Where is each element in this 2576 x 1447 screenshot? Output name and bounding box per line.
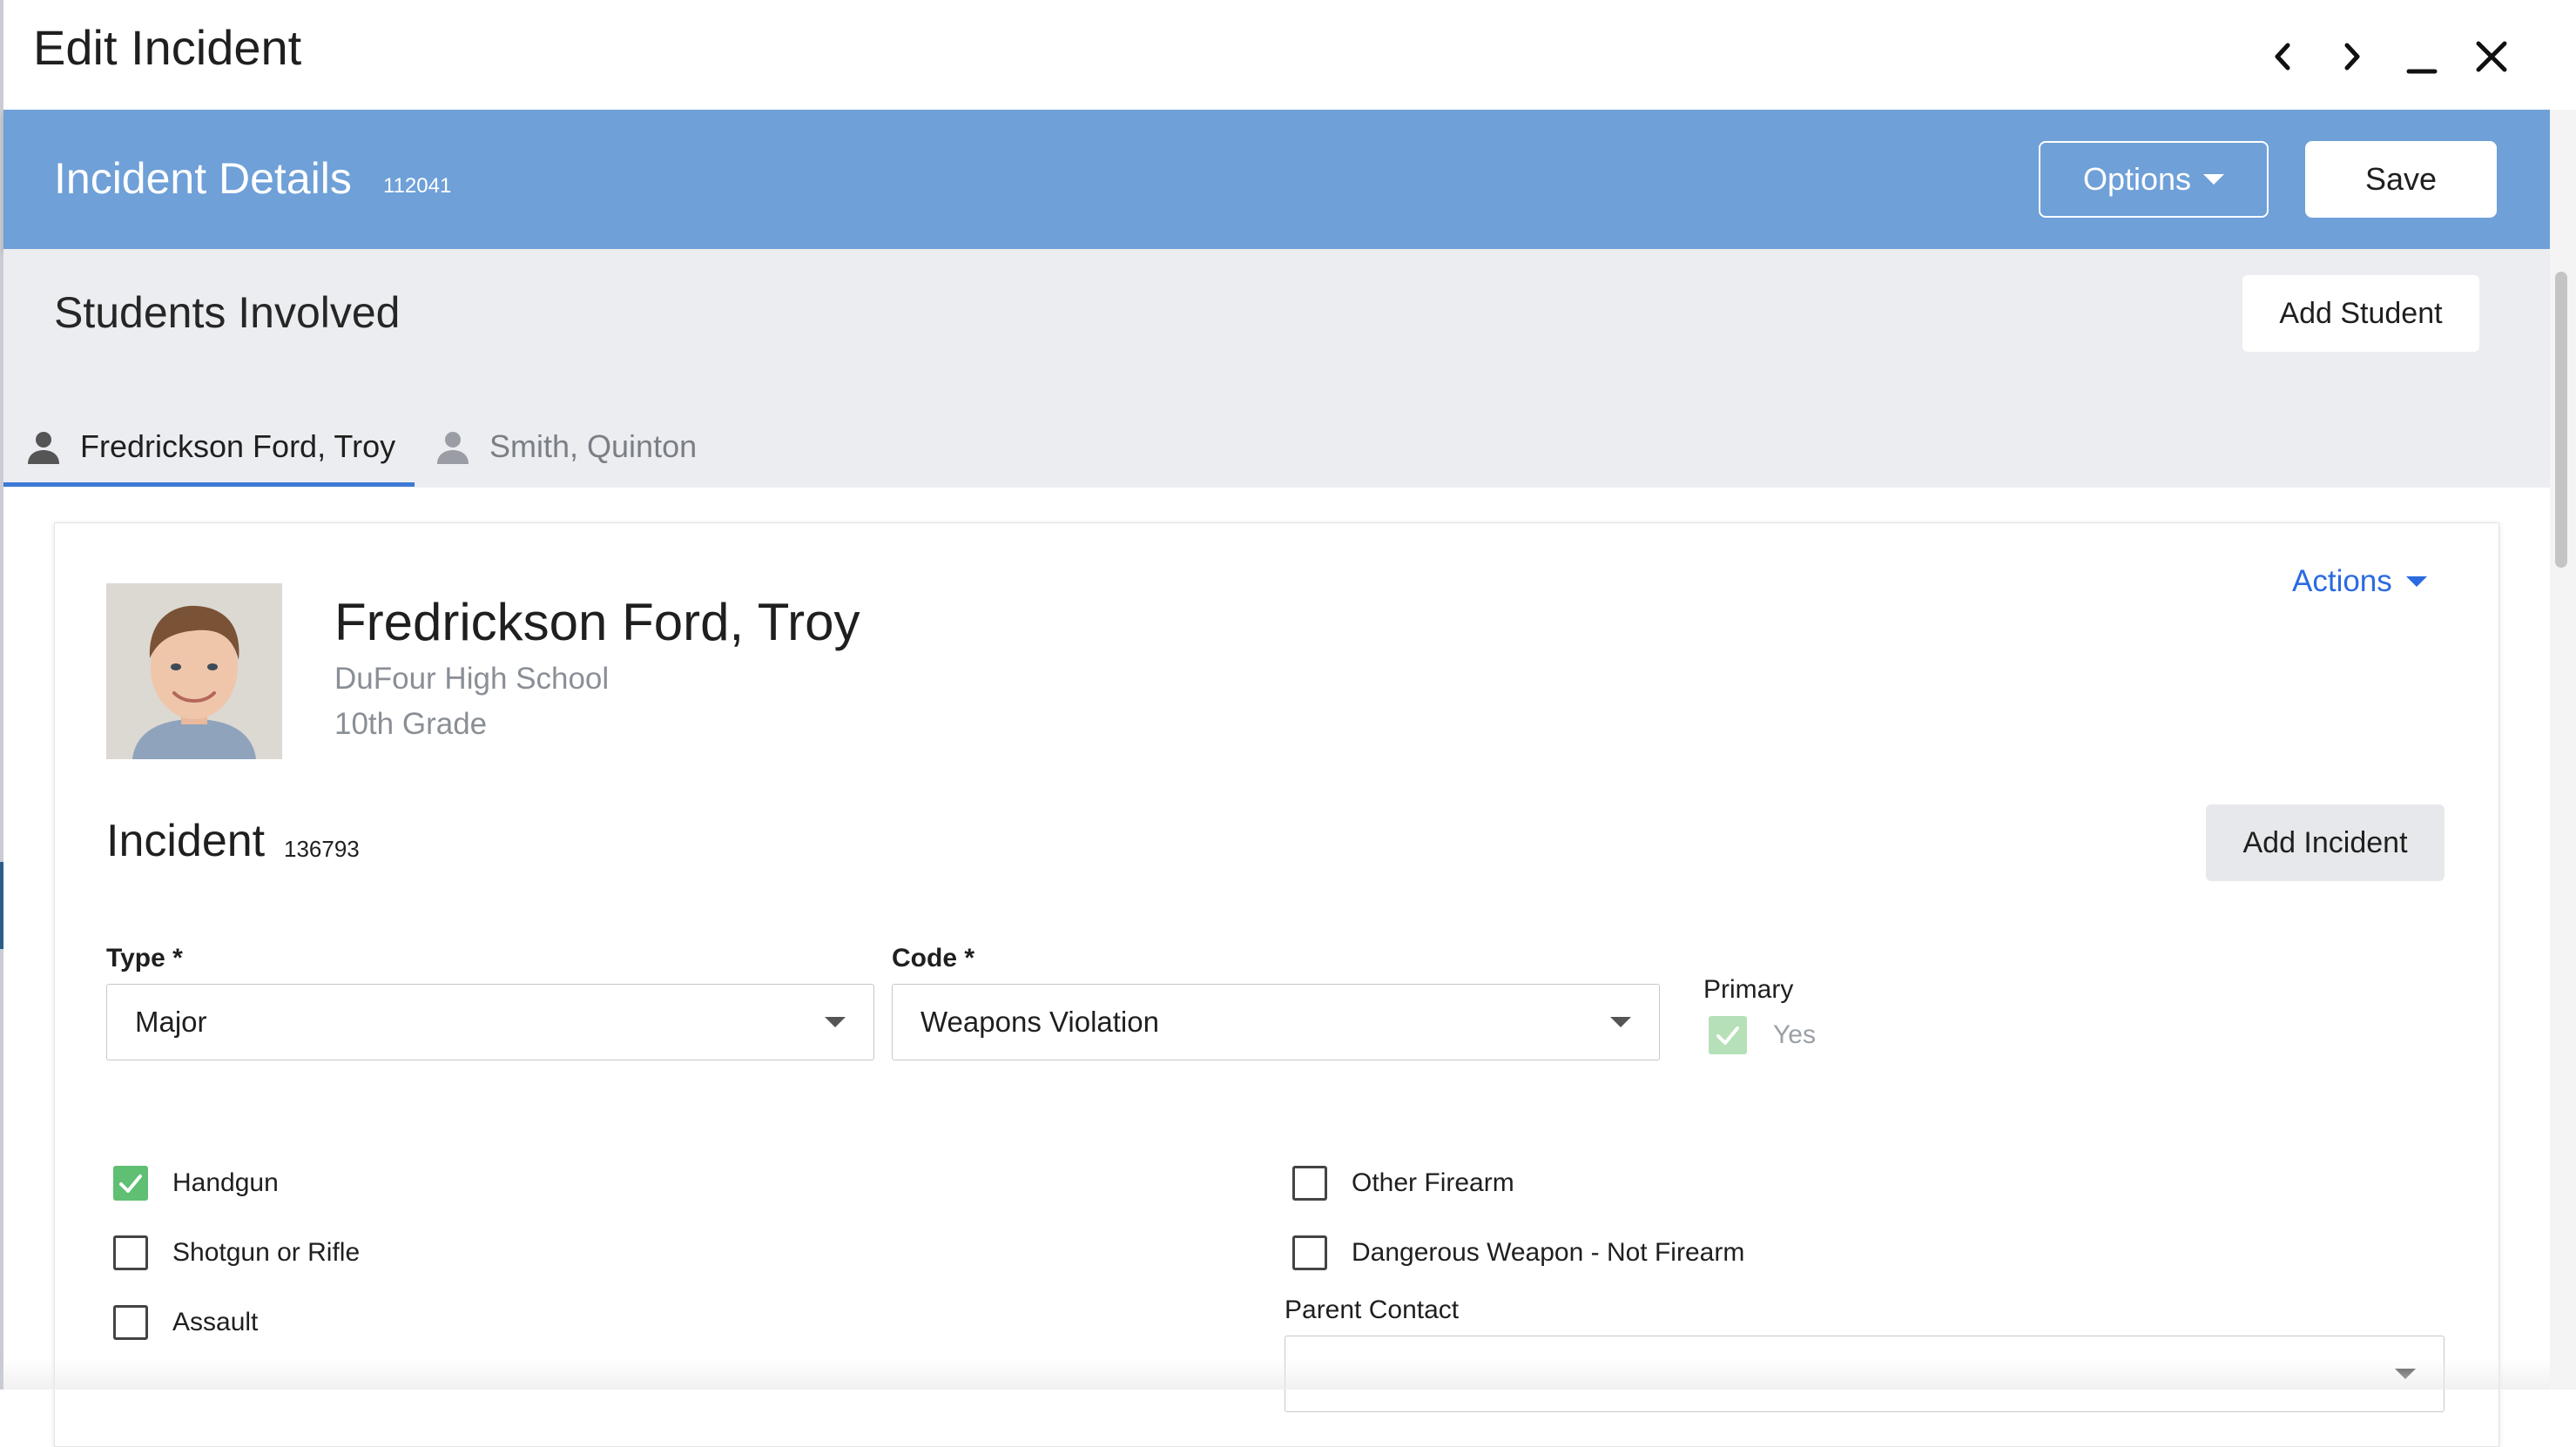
window-title: Edit Incident	[33, 20, 302, 75]
parent-contact-label: Parent Contact	[1285, 1296, 1460, 1324]
code-select[interactable]: Weapons Violation	[892, 984, 1660, 1060]
caret-down-icon	[825, 1017, 846, 1027]
checkbox-handgun[interactable]: Handgun	[113, 1166, 279, 1201]
options-label: Options	[2082, 161, 2192, 197]
chevron-right-icon	[2344, 43, 2360, 71]
checkbox-label: Shotgun or Rifle	[172, 1238, 361, 1267]
checkmark-icon	[119, 1174, 142, 1193]
student-tab-smith[interactable]: Smith, Quinton	[434, 407, 697, 486]
add-incident-button[interactable]: Add Incident	[2206, 804, 2445, 881]
checkbox-label: Assault	[172, 1308, 259, 1336]
person-icon	[437, 432, 469, 464]
checkbox-box[interactable]	[113, 1235, 148, 1270]
minimize-button[interactable]	[2400, 35, 2444, 78]
student-tab-label: Fredrickson Ford, Troy	[80, 428, 396, 464]
code-label: Code *	[892, 944, 975, 973]
next-button[interactable]	[2330, 35, 2374, 78]
caret-down-icon	[2405, 576, 2427, 587]
checkbox-label: Handgun	[172, 1168, 279, 1197]
header-incident-id: 112041	[383, 174, 452, 198]
checkbox-label: Dangerous Weapon - Not Firearm	[1352, 1238, 1745, 1267]
previous-button[interactable]	[2261, 35, 2304, 78]
header-title: Incident Details	[54, 154, 352, 203]
save-button[interactable]: Save	[2305, 141, 2497, 218]
student-school: DuFour High School	[334, 662, 610, 696]
checkbox-box[interactable]	[113, 1166, 148, 1201]
actions-label: Actions	[2292, 564, 2392, 598]
primary-label: Primary	[1703, 975, 1794, 1004]
student-photo	[106, 583, 282, 759]
checkbox-box[interactable]	[113, 1305, 148, 1340]
checkbox-shotgun-rifle[interactable]: Shotgun or Rifle	[113, 1235, 360, 1270]
chevron-left-icon	[2275, 43, 2290, 71]
window-title-bar	[3, 0, 2550, 111]
checkbox-box[interactable]	[1292, 1166, 1327, 1201]
caret-down-icon	[2203, 174, 2225, 185]
active-tab-indicator	[3, 482, 415, 487]
checkbox-assault[interactable]: Assault	[113, 1305, 258, 1340]
incident-id: 136793	[284, 836, 360, 862]
minimize-icon	[2406, 69, 2438, 74]
checkbox-dangerous-weapon[interactable]: Dangerous Weapon - Not Firearm	[1292, 1235, 1744, 1270]
actions-dropdown[interactable]: Actions	[2292, 564, 2427, 599]
students-involved-title: Students Involved	[54, 288, 401, 337]
options-button[interactable]: Options	[2039, 141, 2269, 218]
primary-checkbox	[1709, 1016, 1747, 1054]
student-tab-fredrickson[interactable]: Fredrickson Ford, Troy	[24, 407, 395, 486]
checkmark-icon	[1716, 1026, 1739, 1045]
close-button[interactable]	[2470, 35, 2513, 78]
student-grade: 10th Grade	[334, 707, 488, 741]
checkbox-label: Other Firearm	[1352, 1168, 1514, 1197]
caret-down-icon	[1610, 1017, 1631, 1027]
type-value: Major	[135, 1006, 207, 1038]
primary-value: Yes	[1773, 1020, 1816, 1049]
checkbox-other-firearm[interactable]: Other Firearm	[1292, 1166, 1514, 1201]
type-select[interactable]: Major	[106, 984, 874, 1060]
person-icon	[28, 432, 59, 464]
bottom-fade	[3, 1358, 2550, 1390]
type-label: Type *	[106, 944, 183, 973]
code-value: Weapons Violation	[920, 1006, 1159, 1038]
incident-title: Incident	[106, 816, 266, 866]
close-icon	[2476, 41, 2507, 72]
student-name: Fredrickson Ford, Troy	[334, 593, 860, 651]
checkbox-box[interactable]	[1292, 1235, 1327, 1270]
add-student-button[interactable]: Add Student	[2242, 275, 2479, 352]
scrollbar-thumb[interactable]	[2555, 272, 2567, 568]
student-tab-label: Smith, Quinton	[489, 428, 698, 464]
